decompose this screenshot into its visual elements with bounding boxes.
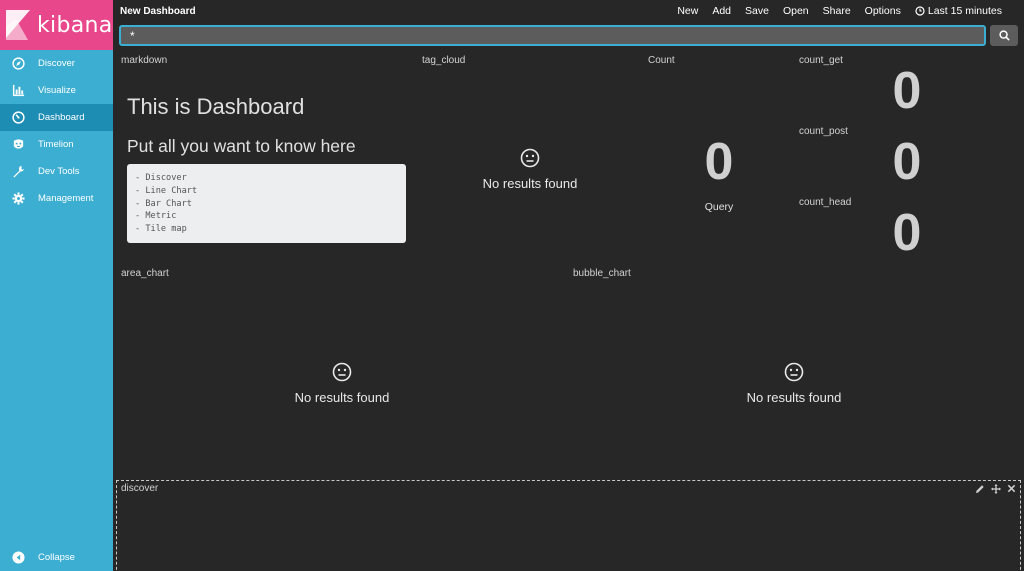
sidebar-nav: Discover Visualize Dashboard Timelion De… <box>0 50 113 212</box>
sidebar-item-label: Discover <box>38 58 75 69</box>
code-line: - Tile map <box>135 224 187 235</box>
no-results-tag-cloud: No results found <box>450 148 610 191</box>
pencil-icon[interactable] <box>974 483 985 494</box>
panel-title-bubble-chart: bubble_chart <box>573 268 631 279</box>
search-icon <box>998 30 1010 41</box>
compass-icon <box>11 57 25 71</box>
sidebar-item-label: Visualize <box>38 85 76 96</box>
close-icon[interactable] <box>1006 483 1017 494</box>
sidebar-item-label: Dashboard <box>38 112 85 123</box>
no-results-message: No results found <box>746 390 842 405</box>
metric-value-count: 0 <box>704 133 734 191</box>
sidebar-item-management[interactable]: Management <box>0 185 113 212</box>
panel-title-count-post: count_post <box>799 126 848 137</box>
share-button[interactable]: Share <box>823 5 851 17</box>
options-button[interactable]: Options <box>865 5 901 17</box>
sidebar: kibana Discover Visualize Dashboard Time… <box>0 0 113 571</box>
neutral-face-icon <box>784 362 804 382</box>
search-button[interactable] <box>990 25 1018 46</box>
collapse-icon <box>11 551 25 565</box>
brand-name: kibana <box>37 12 113 38</box>
code-line: - Line Chart <box>135 185 198 196</box>
wrench-icon <box>11 165 25 179</box>
query-bar <box>119 25 1018 46</box>
new-button[interactable]: New <box>677 5 698 17</box>
panel-title-discover: discover <box>121 483 159 494</box>
save-button[interactable]: Save <box>745 5 769 17</box>
search-input[interactable] <box>119 25 986 46</box>
panel-title-count-get: count_get <box>799 55 843 66</box>
time-range-label: Last 15 minutes <box>927 5 1002 17</box>
no-results-message: No results found <box>482 176 578 191</box>
sidebar-item-discover[interactable]: Discover <box>0 50 113 77</box>
dashboard-icon <box>11 111 25 125</box>
no-results-message: No results found <box>294 390 390 405</box>
panel-title-count: Count <box>648 55 675 66</box>
sidebar-item-dashboard[interactable]: Dashboard <box>0 104 113 131</box>
top-menu: New Add Save Open Share Options Last 15 … <box>677 0 1024 22</box>
discover-panel[interactable]: discover <box>116 480 1021 571</box>
clock-icon <box>915 6 925 16</box>
metric-value-count-post: 0 <box>892 133 922 191</box>
neutral-face-icon <box>332 362 352 382</box>
code-line: - Metric <box>135 211 177 222</box>
top-nav: New Dashboard New Add Save Open Share Op… <box>113 0 1024 22</box>
panel-title-tag-cloud: tag_cloud <box>422 55 466 66</box>
move-icon[interactable] <box>990 483 1001 494</box>
collapse-button[interactable]: Collapse <box>0 544 113 571</box>
open-button[interactable]: Open <box>783 5 809 17</box>
panel-actions <box>974 483 1017 494</box>
metric-value-count-get: 0 <box>892 62 922 120</box>
sidebar-item-label: Management <box>38 193 94 204</box>
markdown-code-block: - Discover - Line Chart - Bar Chart - Me… <box>127 164 406 243</box>
gear-icon <box>11 192 25 206</box>
sidebar-item-visualize[interactable]: Visualize <box>0 77 113 104</box>
panel-title-area-chart: area_chart <box>121 268 169 279</box>
sidebar-item-label: Timelion <box>38 139 74 150</box>
time-picker[interactable]: Last 15 minutes <box>915 5 1016 17</box>
no-results-bubble-chart: No results found <box>714 362 874 405</box>
page-title: New Dashboard <box>120 5 196 17</box>
sidebar-item-timelion[interactable]: Timelion <box>0 131 113 158</box>
bar-chart-icon <box>11 84 25 98</box>
panel-title-count-head: count_head <box>799 197 852 208</box>
markdown-heading-2: Put all you want to know here <box>127 136 356 156</box>
collapse-label: Collapse <box>38 552 75 563</box>
code-line: - Bar Chart <box>135 198 192 209</box>
code-line: - Discover <box>135 173 187 183</box>
add-button[interactable]: Add <box>712 5 731 17</box>
metric-value-count-head: 0 <box>892 204 922 262</box>
timelion-icon <box>11 138 25 152</box>
sidebar-item-label: Dev Tools <box>38 166 80 177</box>
kibana-logo[interactable]: kibana <box>0 0 113 50</box>
kibana-logo-icon <box>6 10 30 40</box>
neutral-face-icon <box>520 148 540 168</box>
panel-title-markdown: markdown <box>121 55 168 66</box>
sidebar-item-dev-tools[interactable]: Dev Tools <box>0 158 113 185</box>
metric-label-query: Query <box>704 201 734 213</box>
markdown-heading-1: This is Dashboard <box>127 94 305 119</box>
no-results-area-chart: No results found <box>262 362 422 405</box>
